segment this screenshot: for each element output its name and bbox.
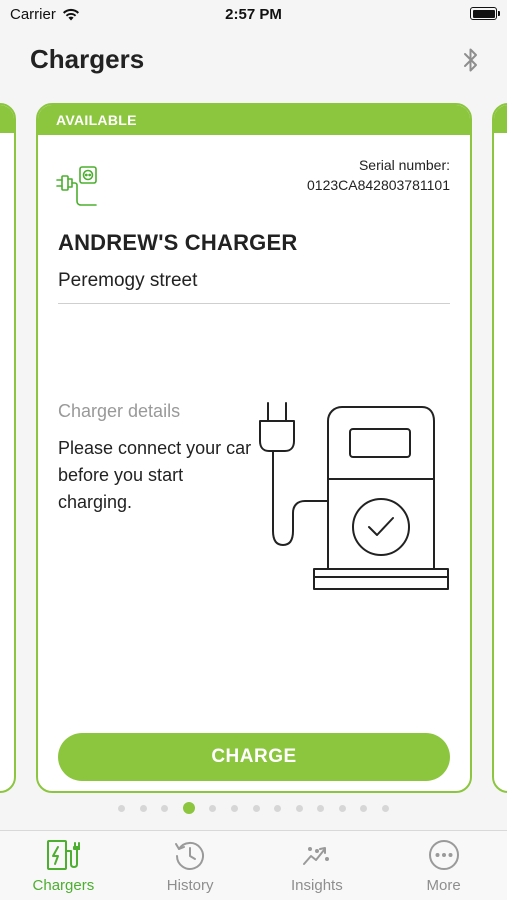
card-status-strip [494,105,507,133]
charger-name: ANDREW'S CHARGER [58,230,298,255]
page-dot[interactable] [139,804,147,812]
more-icon [428,840,459,870]
tab-label: More [426,877,461,894]
charger-icon [47,840,81,870]
card-status-strip [0,105,14,133]
charger-card[interactable]: AVAILABLE Serial number: 0123CA842803781… [36,103,472,793]
history-icon [175,841,205,870]
tab-label: History [166,877,214,894]
charging-station-icon [259,402,449,590]
page-dot[interactable] [338,804,346,812]
previous-charger-card[interactable] [0,103,16,793]
serial-number-label: Serial number: [358,157,450,173]
tab-bar: Chargers History Insights More [0,830,507,900]
status-badge: AVAILABLE [38,105,470,135]
page-title: Chargers [30,44,145,74]
page-dot[interactable] [209,804,217,812]
battery-icon [470,7,500,20]
tab-history[interactable]: History [127,831,254,900]
page-dot[interactable] [274,804,282,812]
page-dot-active[interactable] [182,802,195,814]
tab-label: Insights [291,877,343,894]
charge-button[interactable]: CHARGE [58,733,450,781]
charger-details-text: Please connect your car before you start… [58,438,252,512]
tab-insights[interactable]: Insights [254,831,381,900]
page-dot[interactable] [382,804,390,812]
page-dot[interactable] [161,804,169,812]
plug-socket-icon [56,166,97,206]
status-time: 2:57 PM [225,6,282,23]
charger-address: Peremogy street [58,270,198,291]
page-dot[interactable] [230,804,238,812]
serial-number-value: 0123CA842803781101 [307,177,450,193]
insights-icon [302,847,329,865]
tab-more[interactable]: More [380,831,507,900]
page-dot[interactable] [117,804,125,812]
page-indicator[interactable] [0,802,507,814]
status-bar: Carrier 2:57 PM [0,0,507,30]
divider [58,303,450,304]
page-dot[interactable] [360,804,368,812]
page-dot[interactable] [317,804,325,812]
tab-chargers[interactable]: Chargers [0,831,127,900]
page-dot[interactable] [295,804,303,812]
bluetooth-icon[interactable] [461,46,481,74]
tab-label: Chargers [32,877,95,894]
charger-details-title: Charger details [58,401,181,421]
next-charger-card[interactable] [492,103,507,793]
page-dot[interactable] [252,804,260,812]
